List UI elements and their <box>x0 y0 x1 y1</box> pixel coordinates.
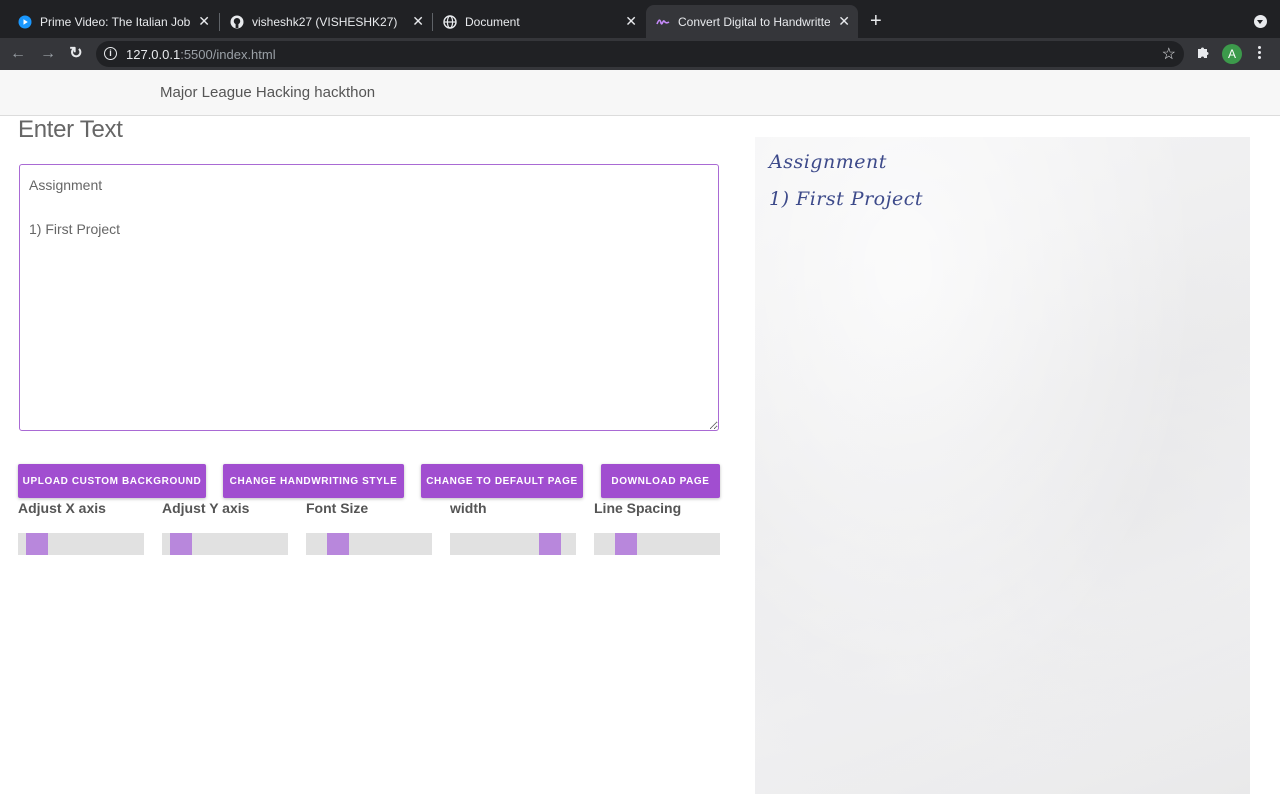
slider-thumb[interactable] <box>170 533 192 555</box>
profile-avatar[interactable]: A <box>1222 44 1242 64</box>
forward-arrow-icon[interactable]: → <box>38 44 58 64</box>
slider-label-width: width <box>450 500 487 516</box>
tab-title: visheshk27 (VISHESHK27) <box>252 14 398 29</box>
browser-menu-icon[interactable] <box>1258 46 1261 61</box>
tab-title: Prime Video: The Italian Job (2 <box>40 14 190 29</box>
tab-title: Convert Digital to Handwritten <box>678 14 830 29</box>
font-size-slider[interactable] <box>306 533 432 555</box>
close-tab-icon[interactable]: ✕ <box>838 14 850 28</box>
back-arrow-icon[interactable]: ← <box>8 44 28 64</box>
slider-thumb[interactable] <box>327 533 349 555</box>
slider-label-line-spacing: Line Spacing <box>594 500 682 516</box>
tab-search-icon[interactable] <box>1254 15 1267 28</box>
site-brand[interactable]: Major League Hacking hackthon <box>160 84 375 101</box>
download-page-button[interactable]: Download Page <box>601 464 720 498</box>
tab-convert-handwritten[interactable]: Convert Digital to Handwritten ✕ <box>646 5 858 38</box>
preview-line: 1) First Project <box>769 188 924 210</box>
tab-document[interactable]: Document ✕ <box>433 5 645 38</box>
close-tab-icon[interactable]: ✕ <box>625 14 637 28</box>
github-icon <box>230 15 244 29</box>
prime-video-icon <box>18 15 32 29</box>
bookmark-star-icon[interactable]: ☆ <box>1162 44 1176 64</box>
handwriting-icon <box>656 15 670 29</box>
url-host: 127.0.0.1 <box>126 47 181 62</box>
x-axis-slider[interactable] <box>18 533 144 555</box>
tab-title: Document <box>465 14 520 29</box>
slider-label-y-axis: Adjust Y axis <box>162 500 250 516</box>
slider-thumb[interactable] <box>539 533 561 555</box>
close-tab-icon[interactable]: ✕ <box>412 14 424 28</box>
site-info-icon[interactable]: i <box>104 47 117 60</box>
browser-tab-strip: Prime Video: The Italian Job (2 ✕ vishes… <box>0 0 1280 38</box>
slider-thumb[interactable] <box>26 533 48 555</box>
globe-icon <box>443 14 457 29</box>
text-input-area[interactable] <box>19 164 719 431</box>
close-tab-icon[interactable]: ✕ <box>198 14 210 28</box>
width-slider[interactable] <box>450 533 576 555</box>
handwritten-page-preview: Assignment 1) First Project <box>755 137 1250 794</box>
browser-toolbar: ← → ↻ i 127.0.0.1:5500/index.html ☆ <box>0 38 1280 70</box>
tab-prime-video[interactable]: Prime Video: The Italian Job (2 ✕ <box>8 5 218 38</box>
address-bar[interactable]: i 127.0.0.1:5500/index.html ☆ <box>96 41 1184 67</box>
default-page-button[interactable]: Change to Default Page <box>421 464 583 498</box>
reload-icon[interactable]: ↻ <box>66 44 86 64</box>
slider-label-font-size: Font Size <box>306 500 369 516</box>
preview-line: Assignment <box>769 151 887 173</box>
y-axis-slider[interactable] <box>162 533 288 555</box>
change-handwriting-button[interactable]: Change Handwriting Style <box>223 464 404 498</box>
line-spacing-slider[interactable] <box>594 533 720 555</box>
page-title: Enter Text <box>18 116 123 143</box>
slider-thumb[interactable] <box>615 533 637 555</box>
site-navbar: Major League Hacking hackthon <box>0 70 1280 116</box>
extensions-puzzle-icon[interactable] <box>1196 45 1210 62</box>
slider-label-x-axis: Adjust X axis <box>18 500 106 516</box>
tab-github[interactable]: visheshk27 (VISHESHK27) ✕ <box>220 5 432 38</box>
new-tab-button[interactable]: + <box>870 11 882 31</box>
upload-background-button[interactable]: Upload Custom Background <box>18 464 206 498</box>
url-text: 127.0.0.1:5500/index.html <box>126 47 276 62</box>
url-path: :5500/index.html <box>180 47 276 62</box>
